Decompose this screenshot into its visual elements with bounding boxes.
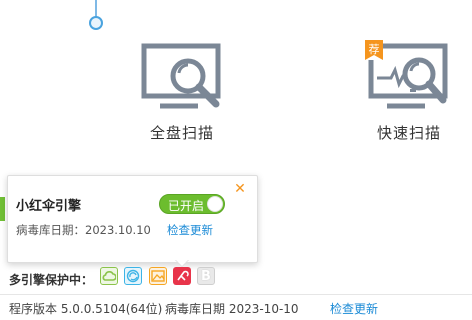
footer-virus-db-date: 病毒库日期 2023-10-10 xyxy=(165,302,299,316)
engine-check-update-link[interactable]: 检查更新 xyxy=(167,222,213,238)
popup-pointer-arrow xyxy=(175,259,189,266)
engine-toggle[interactable]: 已开启 xyxy=(159,194,225,214)
recommend-badge: 荐 xyxy=(365,40,383,60)
footer-divider xyxy=(0,294,472,295)
engine-popup xyxy=(7,175,258,263)
side-indicator-tab xyxy=(0,197,5,221)
avira-umbrella-engine-icon[interactable] xyxy=(173,267,191,285)
timeline-connector-dot xyxy=(89,16,103,30)
full-scan-button[interactable]: 全盘扫描 xyxy=(122,40,242,143)
program-version: 程序版本 5.0.0.5104(64位) xyxy=(9,302,163,316)
quick-scan-button[interactable]: 荐 快速扫描 xyxy=(349,40,469,143)
engine-name: 小红伞引擎 xyxy=(16,199,82,214)
footer-check-update-link[interactable]: 检查更新 xyxy=(330,300,378,317)
toggle-label: 已开启 xyxy=(168,199,205,213)
engine-virus-db-date: 病毒库日期：2023.10.10 xyxy=(16,223,151,237)
monitor-pulse-magnifier-icon: 荐 xyxy=(365,40,448,109)
full-scan-label: 全盘扫描 xyxy=(149,124,214,142)
monitor-magnifier-icon xyxy=(141,43,221,109)
image-engine-icon[interactable] xyxy=(149,267,167,285)
qvm-engine-icon[interactable] xyxy=(124,267,142,285)
svg-text:荐: 荐 xyxy=(369,43,380,56)
multi-engine-label: 多引擎保护中： xyxy=(9,273,94,287)
cloud-engine-icon[interactable] xyxy=(100,267,118,285)
quick-scan-label: 快速扫描 xyxy=(376,124,441,142)
timeline-connector-line xyxy=(95,0,97,17)
close-icon[interactable]: ✕ xyxy=(234,182,246,196)
toggle-knob xyxy=(207,196,223,212)
bitdefender-engine-icon[interactable]: B xyxy=(197,267,215,285)
